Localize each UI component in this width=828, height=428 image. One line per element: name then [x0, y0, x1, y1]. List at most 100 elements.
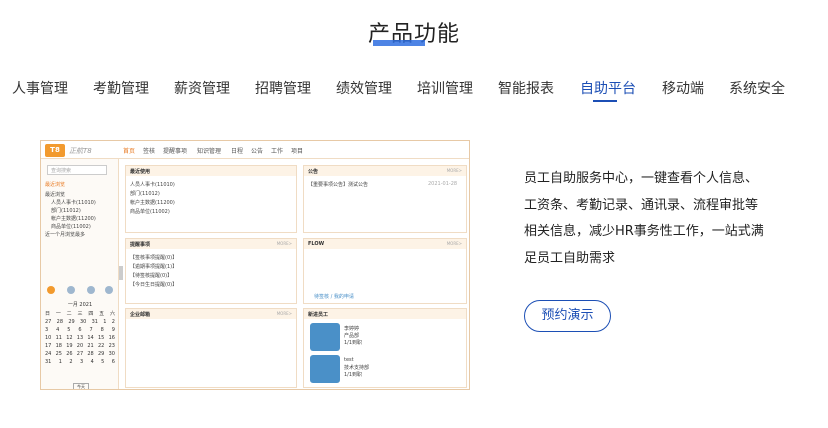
- panel-recent: 最近使用 人员人事卡(11010) 部门(11012) 帐户主数据(11200)…: [125, 165, 297, 233]
- day: 3: [79, 359, 84, 365]
- day: 26: [66, 351, 73, 357]
- app-nav-item: 工作: [271, 148, 284, 155]
- weekday: 六: [109, 311, 115, 317]
- panel-line: 【签核事项提醒(0)】: [130, 255, 178, 261]
- day: 1: [58, 359, 62, 365]
- list-icon: [87, 286, 95, 294]
- day: 31: [91, 319, 98, 325]
- day: 2: [111, 319, 115, 325]
- tab-mobile[interactable]: 移动端: [662, 78, 704, 98]
- panel-new-employees: 新进员工 李婷婷 产品部 1/1到职 test 技术支持部 1/1到职: [303, 308, 467, 388]
- calendar-week: 27 28 29 30 31 1 2: [43, 319, 117, 325]
- tab-performance[interactable]: 绩效管理: [336, 78, 392, 98]
- avatar: [310, 323, 340, 351]
- day: 1: [103, 319, 107, 325]
- panel-title: 提醒事项: [126, 239, 296, 249]
- day: 3: [45, 327, 49, 333]
- mini-calendar: 一月 2021 日一二三四五六 27 28 29 30 31 1 2 3456789 10 1…: [43, 299, 117, 389]
- day: 23: [108, 343, 115, 349]
- weekday: 三: [77, 311, 83, 317]
- calendar-weekdays: 日一二三四五六: [43, 310, 117, 317]
- side-line: 最近浏览: [45, 182, 66, 188]
- flow-footer: 待签核 / 我的申请: [314, 294, 354, 300]
- weekday: 四: [88, 311, 94, 317]
- emp-date: 1/1到职: [344, 340, 363, 346]
- day: 5: [101, 359, 105, 365]
- app-nav-item: 公告: [251, 148, 264, 155]
- calendar-week: 3 4 5 6 7 8 9: [43, 327, 117, 333]
- panel-mail: 企业邮箱 MORE>: [125, 308, 297, 388]
- tab-attendance[interactable]: 考勤管理: [93, 78, 149, 98]
- feature-tabs: 人事管理 考勤管理 薪资管理 招聘管理 绩效管理 培训管理 智能报表 自助平台 …: [0, 78, 828, 102]
- panel-flow: FLOW MORE> 待签核 / 我的申请: [303, 238, 467, 304]
- day: 27: [76, 351, 84, 357]
- app-nav-item: 日程: [231, 148, 244, 155]
- panel-notice: 公告 MORE> 【重要事项公告】测试公告 2021-01-28: [303, 165, 467, 233]
- calendar-week: 31 1 2 3 4 5 6: [43, 359, 117, 365]
- emp-dept: 产品部: [344, 333, 360, 339]
- sidebar-icons: [45, 286, 117, 296]
- avatar: [310, 355, 340, 383]
- tab-hr[interactable]: 人事管理: [12, 78, 68, 98]
- day: 16: [108, 335, 115, 341]
- side-line: 近一个月浏览最多: [45, 232, 86, 238]
- panel-line: 【今日生日提醒(0)】: [130, 282, 178, 288]
- emp-name: test: [344, 357, 354, 363]
- app-nav-item: 项目: [291, 148, 304, 155]
- day: 4: [90, 359, 94, 365]
- panel-line: 部门(11012): [130, 191, 160, 197]
- panel-title: FLOW: [304, 239, 466, 249]
- weekday: 二: [66, 311, 72, 317]
- more-link: MORE>: [276, 311, 292, 316]
- emp-name: 李婷婷: [344, 326, 360, 332]
- panel-line: 【待签核提醒(0)】: [130, 273, 173, 279]
- tab-security[interactable]: 系统安全: [729, 78, 785, 98]
- day: 7: [89, 327, 93, 333]
- grid-icon: [105, 286, 113, 294]
- app-brand: 正航T8: [69, 147, 92, 155]
- side-line: 人员人事卡(11010): [51, 200, 96, 206]
- day: 9: [111, 327, 115, 333]
- notice-line: 【重要事项公告】测试公告: [308, 182, 369, 188]
- day: 27: [45, 319, 52, 325]
- feature-description: 员工自助服务中心，一键查看个人信息、工资条、考勤记录、通讯录、流程审批等相关信息…: [524, 171, 764, 266]
- app-sidebar: 查询搜索 最近浏览 最近浏览 人员人事卡(11010) 部门(11012) 帐户…: [41, 159, 119, 389]
- day: 11: [55, 335, 62, 341]
- tab-salary[interactable]: 薪资管理: [174, 78, 230, 98]
- tab-self-service[interactable]: 自助平台: [580, 78, 636, 98]
- notice-date: 2021-01-28: [428, 181, 458, 187]
- app-logo: T8: [45, 144, 65, 157]
- day: 30: [79, 319, 87, 325]
- more-link: MORE>: [446, 168, 462, 173]
- calendar-week: 10 11 12 13 14 15 16: [43, 335, 117, 341]
- panel-title: 最近使用: [126, 166, 296, 176]
- no-entry-icon: [47, 286, 55, 294]
- side-line: 帐户主数据(11200): [51, 216, 96, 222]
- emp-date: 1/1到职: [344, 372, 363, 378]
- day: 28: [87, 351, 94, 357]
- side-line: 部门(11012): [51, 208, 81, 214]
- calendar-header: 一月 2021: [67, 302, 93, 308]
- file-icon: [67, 286, 75, 294]
- panel-title: 企业邮箱: [126, 309, 296, 319]
- panel-line: 商品单位(11002): [130, 209, 170, 215]
- app-topbar: T8 正航T8 首页 签核 提醒事项 知识管理 日程 公告 工作 项目: [41, 141, 469, 159]
- app-search-box: 查询搜索: [47, 165, 107, 175]
- calendar-week: 24 25 26 27 28 29 30: [43, 351, 117, 357]
- tab-recruit[interactable]: 招聘管理: [255, 78, 311, 98]
- day: 8: [100, 327, 104, 333]
- day: 25: [55, 351, 62, 357]
- day: 17: [45, 343, 52, 349]
- day: 21: [87, 343, 94, 349]
- day: 10: [45, 335, 52, 341]
- day: 31: [45, 359, 52, 365]
- day: 6: [78, 327, 82, 333]
- book-demo-button[interactable]: 预约演示: [524, 300, 611, 332]
- panel-line: 人员人事卡(11010): [130, 182, 175, 188]
- day: 18: [55, 343, 62, 349]
- panel-title: 公告: [304, 166, 466, 176]
- side-line: 最近浏览: [45, 192, 66, 198]
- day: 2: [69, 359, 73, 365]
- tab-reports[interactable]: 智能报表: [498, 78, 554, 98]
- tab-training[interactable]: 培训管理: [417, 78, 473, 98]
